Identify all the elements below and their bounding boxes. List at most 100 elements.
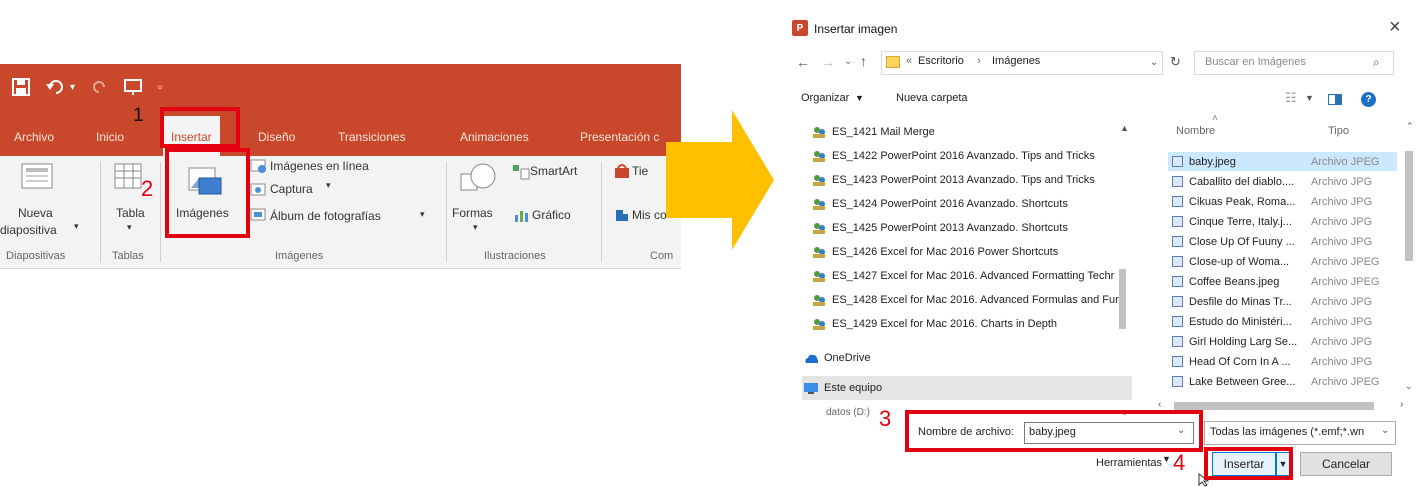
chart-icon[interactable]: [514, 208, 530, 227]
preview-pane-icon[interactable]: [1328, 94, 1342, 105]
undo-dropdown-icon[interactable]: ▾: [70, 82, 75, 93]
close-icon[interactable]: ×: [1389, 16, 1401, 39]
new-folder-button[interactable]: Nueva carpeta: [896, 92, 968, 104]
forward-arrow-icon[interactable]: →: [821, 54, 835, 70]
tools-dropdown-icon[interactable]: ▼: [1162, 454, 1171, 464]
files-hscrollbar-thumb[interactable]: [1174, 402, 1374, 410]
file-row[interactable]: baby.jpeg Archivo JPEG: [1168, 152, 1397, 171]
my-addins-button[interactable]: Mis co: [632, 208, 667, 222]
files-scrollbar-thumb[interactable]: [1405, 151, 1413, 261]
file-row[interactable]: Desfile do Minas Tr... Archivo JPG: [1168, 292, 1397, 311]
shapes-icon[interactable]: [457, 160, 499, 205]
nav-item-onedrive[interactable]: OneDrive: [804, 347, 870, 369]
cancel-button-label: Cancelar: [1321, 457, 1371, 471]
table-button[interactable]: Tabla: [116, 206, 145, 220]
tab-inicio[interactable]: Inicio: [96, 130, 124, 144]
file-row[interactable]: Estudo do Ministéri... Archivo JPG: [1168, 312, 1397, 331]
organize-dropdown-icon[interactable]: ▼: [855, 93, 864, 103]
new-slide-button-line2[interactable]: diapositiva: [0, 223, 57, 237]
photo-album-button[interactable]: Álbum de fotografías: [270, 209, 381, 223]
screenshot-icon[interactable]: [250, 183, 268, 202]
new-slide-dropdown-icon[interactable]: ▾: [74, 221, 79, 232]
new-slide-button[interactable]: Nueva: [18, 206, 53, 220]
store-icon[interactable]: [614, 164, 630, 183]
view-dropdown-icon[interactable]: ▼: [1305, 93, 1314, 103]
nav-item-folder[interactable]: ES_1429 Excel for Mac 2016. Charts in De…: [812, 313, 1057, 335]
customize-qat-icon[interactable]: ▫: [158, 80, 162, 94]
nav-scroll-up-icon[interactable]: ▲: [1120, 123, 1129, 133]
file-row[interactable]: Cinque Terre, Italy.j... Archivo JPG: [1168, 212, 1397, 231]
breadcrumb-imagenes[interactable]: Imágenes: [992, 55, 1040, 67]
refresh-icon[interactable]: ↻: [1170, 54, 1181, 70]
redo-icon[interactable]: [92, 78, 108, 101]
nav-item-folder[interactable]: ES_1428 Excel for Mac 2016. Advanced For…: [812, 289, 1119, 311]
file-row[interactable]: Caballito del diablo.... Archivo JPG: [1168, 172, 1397, 191]
file-row[interactable]: Head Of Corn In A ... Archivo JPG: [1168, 352, 1397, 371]
chart-button[interactable]: Gráfico: [532, 208, 571, 222]
column-header-name[interactable]: Nombre: [1176, 125, 1215, 137]
my-addins-icon[interactable]: [614, 208, 630, 227]
slideshow-start-icon[interactable]: [124, 78, 144, 101]
online-pictures-button[interactable]: Imágenes en línea: [270, 159, 369, 173]
save-icon[interactable]: [12, 78, 30, 101]
image-file-icon: [1172, 196, 1183, 207]
file-type-filter[interactable]: Todas las imágenes (*.emf;*.wn ⌄: [1204, 421, 1396, 445]
new-slide-icon[interactable]: [20, 162, 54, 201]
tab-presentacion[interactable]: Presentación c: [580, 130, 659, 144]
breadcrumb[interactable]: « Escritorio › Imágenes: [881, 51, 1163, 75]
nav-item-folder[interactable]: ES_1424 PowerPoint 2016 Avanzado. Shortc…: [812, 193, 1068, 215]
screenshot-button[interactable]: Captura: [270, 182, 313, 196]
filter-dropdown-icon[interactable]: ⌄: [1381, 425, 1389, 436]
shapes-dropdown-icon[interactable]: ▾: [473, 222, 478, 233]
files-scroll-right-icon[interactable]: ›: [1400, 399, 1403, 410]
recent-locations-icon[interactable]: ⌄: [844, 56, 852, 67]
file-row[interactable]: Coffee Beans.jpeg Archivo JPEG: [1168, 272, 1397, 291]
nav-item-folder[interactable]: ES_1425 PowerPoint 2013 Avanzado. Shortc…: [812, 217, 1068, 239]
file-type: Archivo JPG: [1311, 335, 1373, 348]
breadcrumb-escritorio[interactable]: Escritorio: [918, 55, 964, 67]
smartart-button[interactable]: SmartArt: [530, 164, 577, 178]
column-header-type[interactable]: Tipo: [1328, 125, 1349, 137]
up-arrow-icon[interactable]: ↑: [860, 53, 867, 69]
cancel-button[interactable]: Cancelar: [1300, 452, 1392, 476]
nav-item-folder[interactable]: ES_1423 PowerPoint 2013 Avanzado. Tips a…: [812, 169, 1095, 191]
files-scroll-up-icon[interactable]: ⌃: [1406, 121, 1414, 132]
tools-button[interactable]: Herramientas: [1096, 457, 1162, 469]
table-dropdown-icon[interactable]: ▾: [127, 222, 132, 233]
nav-item-folder[interactable]: ES_1426 Excel for Mac 2016 Power Shortcu…: [812, 241, 1058, 263]
online-pictures-icon[interactable]: [250, 158, 268, 179]
organize-button[interactable]: Organizar: [801, 92, 849, 104]
nav-item-este-equipo[interactable]: Este equipo: [804, 377, 882, 399]
tab-transiciones[interactable]: Transiciones: [338, 130, 406, 144]
smartart-icon[interactable]: [512, 164, 530, 185]
photo-album-icon[interactable]: [250, 208, 268, 227]
search-icon[interactable]: ⌕: [1373, 55, 1380, 70]
table-icon[interactable]: [113, 162, 143, 197]
tab-diseno[interactable]: Diseño: [258, 130, 295, 144]
file-row[interactable]: Cikuas Peak, Roma... Archivo JPG: [1168, 192, 1397, 211]
file-row[interactable]: Close-up of Woma... Archivo JPEG: [1168, 252, 1397, 271]
file-row[interactable]: Close Up Of Fuuny ... Archivo JPG: [1168, 232, 1397, 251]
search-box[interactable]: Buscar en Imágenes ⌕: [1194, 51, 1394, 75]
files-scroll-left-icon[interactable]: ‹: [1158, 399, 1161, 410]
file-row[interactable]: Girl Holding Larg Se... Archivo JPG: [1168, 332, 1397, 351]
undo-icon[interactable]: [46, 78, 68, 101]
store-button[interactable]: Tie: [632, 164, 648, 178]
photo-album-dropdown-icon[interactable]: ▾: [420, 209, 425, 220]
files-scroll-down-icon[interactable]: ⌄: [1405, 381, 1413, 392]
back-arrow-icon[interactable]: ←: [796, 54, 810, 70]
nav-item-folder[interactable]: ES_1422 PowerPoint 2016 Avanzado. Tips a…: [812, 145, 1095, 167]
help-icon[interactable]: ?: [1361, 92, 1376, 107]
screenshot-dropdown-icon[interactable]: ▾: [326, 180, 331, 191]
view-options-icon[interactable]: ☷: [1285, 90, 1297, 106]
file-row[interactable]: Lake Between Gree... Archivo JPEG: [1168, 372, 1397, 391]
address-dropdown-icon[interactable]: ⌄: [1150, 57, 1158, 68]
nav-item-datos[interactable]: datos (D:): [826, 407, 870, 419]
nav-item-folder[interactable]: ES_1421 Mail Merge: [812, 121, 935, 143]
nav-item-folder[interactable]: ES_1427 Excel for Mac 2016. Advanced For…: [812, 265, 1114, 287]
search-input[interactable]: Buscar en Imágenes: [1205, 56, 1306, 68]
shapes-button[interactable]: Formas: [452, 206, 493, 220]
tab-archivo[interactable]: Archivo: [14, 130, 54, 144]
tab-animaciones[interactable]: Animaciones: [460, 130, 529, 144]
nav-scrollbar-thumb[interactable]: [1119, 269, 1126, 329]
